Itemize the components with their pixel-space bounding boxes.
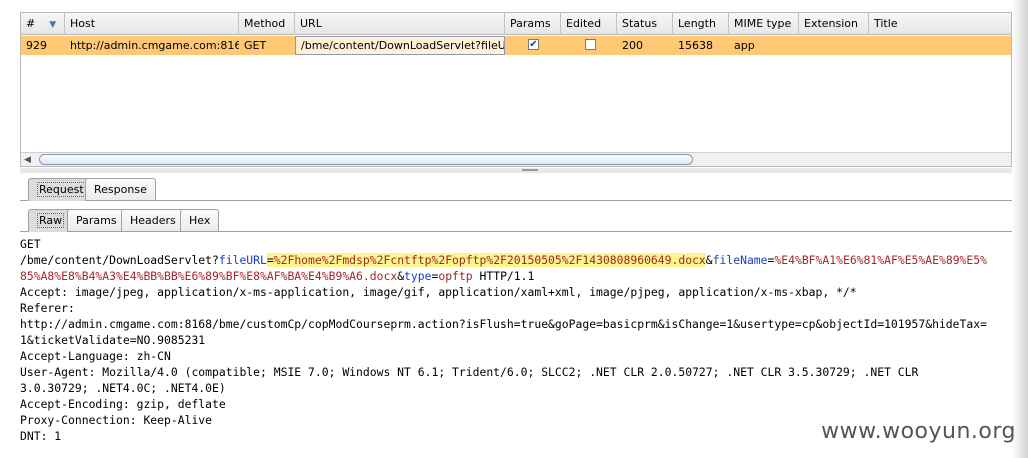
header-accept-encoding: Accept-Encoding: gzip, deflate xyxy=(20,397,226,411)
tab-label: Params xyxy=(76,214,117,227)
table-row[interactable]: 929 http://admin.cmgame.com:8168 GET /bm… xyxy=(21,36,1011,55)
tab-params[interactable]: Params xyxy=(67,209,126,232)
column-header-mime-type[interactable]: MIME type xyxy=(729,13,799,35)
tab-label: Hex xyxy=(189,214,211,227)
tab-label: Headers xyxy=(130,214,176,227)
http-history-table[interactable]: # ▼ Host Method URL Params Edited Status … xyxy=(20,12,1012,167)
cell-url[interactable]: /bme/content/DownLoadServlet?fileUR... xyxy=(295,36,505,55)
param-value: %2Fhome%2Fmdsp%2Fcntftp%2Fopftp%2F201505… xyxy=(273,253,706,267)
cell-title xyxy=(869,36,1013,55)
watermark: www.wooyun.org xyxy=(821,419,1016,444)
request-line-path-cont: 85%A8%E8%B4%A3%E4%BB%BB%E6%89%BF%E8%AF%B… xyxy=(20,268,1020,284)
http-version: HTTP/1.1 xyxy=(472,269,535,283)
pane-splitter[interactable] xyxy=(20,168,1012,173)
column-header-extension[interactable]: Extension xyxy=(799,13,869,35)
column-header-host[interactable]: Host xyxy=(65,13,239,35)
view-tabbar: Raw Params Headers Hex xyxy=(20,207,1012,232)
column-header-length[interactable]: Length xyxy=(673,13,729,35)
tab-label: Request xyxy=(37,182,86,197)
tab-label: Raw xyxy=(37,213,65,228)
column-label: # xyxy=(26,17,36,30)
header-accept: Accept: image/jpeg, application/x-ms-app… xyxy=(20,285,857,299)
ampersand: & xyxy=(705,253,713,267)
cell-status: 200 xyxy=(622,39,643,52)
scroll-left-arrow-icon[interactable]: ◀ xyxy=(24,153,31,167)
cell-method: GET xyxy=(244,39,267,52)
cell-number: 929 xyxy=(26,39,47,52)
param-name: fileURL xyxy=(218,253,267,267)
tab-headers[interactable]: Headers xyxy=(121,209,185,232)
cell-mime-type: app xyxy=(734,39,755,52)
cell-length: 15638 xyxy=(678,39,713,52)
column-header-number[interactable]: # ▼ xyxy=(21,13,65,35)
header-user-agent-cont: 3.0.30729; .NET4.0C; .NET4.0E) xyxy=(20,381,226,395)
header-referer-value: http://admin.cmgame.com:8168/bme/customC… xyxy=(20,317,987,331)
horizontal-scrollbar[interactable]: ◀ xyxy=(21,152,1011,166)
column-header-title[interactable]: Title xyxy=(869,13,1013,35)
header-accept-language: Accept-Language: zh-CN xyxy=(20,349,171,363)
column-header-url[interactable]: URL xyxy=(295,13,505,35)
cell-extension xyxy=(799,36,869,55)
header-referer-value-cont: 1&ticketValidate=NO.9085231 xyxy=(20,333,206,347)
request-line-path: /bme/content/DownLoadServlet?fileURL=%2F… xyxy=(20,252,1020,268)
params-checkbox[interactable]: ✔ xyxy=(528,39,539,50)
column-header-params[interactable]: Params xyxy=(505,13,561,35)
message-tabbar: Request Response xyxy=(20,176,1012,201)
column-header-edited[interactable]: Edited xyxy=(561,13,617,35)
splitter-grip-icon[interactable] xyxy=(522,169,538,171)
header-user-agent: User-Agent: Mozilla/4.0 (compatible; MSI… xyxy=(20,365,919,379)
cell-host: http://admin.cmgame.com:8168 xyxy=(70,39,239,52)
request-path: /bme/content/DownLoadServlet? xyxy=(20,253,219,267)
request-line-method: GET xyxy=(20,237,41,251)
param-value: 85%A8%E8%B4%A3%E4%BB%BB%E6%89%BF%E8%AF%B… xyxy=(20,269,398,283)
tab-response[interactable]: Response xyxy=(85,178,156,201)
scrollbar-thumb[interactable] xyxy=(39,154,693,165)
equals-sign: = xyxy=(266,253,274,267)
param-value: opftp xyxy=(438,269,473,283)
header-referer: Referer: xyxy=(20,301,75,315)
param-value: %E4%BF%A1%E6%81%AF%E5%AE%89%E5% xyxy=(774,253,987,267)
window-edge-shadow xyxy=(1012,0,1028,458)
column-header-status[interactable]: Status xyxy=(617,13,673,35)
column-header-method[interactable]: Method xyxy=(239,13,295,35)
table-header: # ▼ Host Method URL Params Edited Status … xyxy=(21,13,1011,35)
tab-label: Response xyxy=(94,183,147,196)
highlighted-value: =%2Fhome%2Fmdsp%2Fcntftp%2Fopftp%2F20150… xyxy=(266,253,706,267)
edited-checkbox[interactable] xyxy=(585,39,596,50)
param-name: fileName xyxy=(712,253,768,267)
tab-hex[interactable]: Hex xyxy=(180,209,220,232)
sort-descending-icon[interactable]: ▼ xyxy=(49,20,56,30)
param-name: type xyxy=(404,269,432,283)
